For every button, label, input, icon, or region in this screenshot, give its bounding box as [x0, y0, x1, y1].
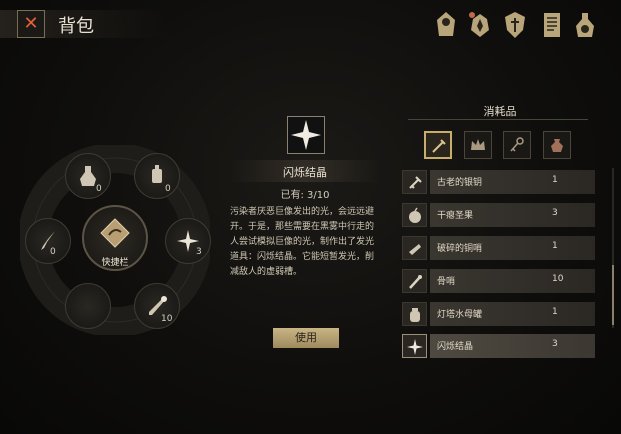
list-item-selected[interactable]: 闪烁结晶 3 — [402, 334, 595, 358]
item-qty: 1 — [552, 307, 558, 317]
pouch-tab-icon — [551, 139, 563, 152]
empty-slot[interactable] — [65, 283, 111, 329]
character-icon[interactable] — [433, 10, 459, 40]
list-item[interactable]: 骨哨 10 — [402, 269, 595, 293]
list-item[interactable]: 古老的银钥 1 — [402, 170, 595, 194]
list-item[interactable]: 灯塔水母罐 1 — [402, 302, 595, 326]
potion-slot[interactable]: 0 — [65, 153, 111, 199]
item-name: 闪烁结晶 — [283, 166, 327, 179]
list-item[interactable]: 破碎的铜哨 1 — [402, 236, 595, 260]
key-tab-icon — [510, 137, 524, 152]
item-name: 古老的银钥 — [437, 178, 483, 188]
category-divider — [408, 119, 588, 120]
slot-count: 3 — [196, 247, 202, 257]
category-title: 消耗品 — [483, 105, 517, 118]
close-button[interactable]: ✕ — [17, 10, 45, 38]
page-title: 背包 — [58, 16, 94, 37]
item-name: 闪烁结晶 — [437, 342, 474, 352]
quickbar-diamond-icon — [100, 218, 130, 248]
item-qty: 3 — [552, 208, 558, 218]
dagger-icon — [41, 231, 55, 250]
lamp-tab-icon — [432, 139, 446, 153]
item-name: 骨哨 — [437, 277, 456, 287]
item-qty: 10 — [552, 274, 564, 284]
item-description: 污染者厌恶巨像发出的光，会远远避开。于是，那些需要在黑雾中行走的人尝试模拟巨像的… — [230, 207, 375, 277]
item-name: 干瘪圣果 — [437, 211, 474, 221]
lantern-slot[interactable]: 0 — [134, 153, 180, 199]
owned-count: 已有: 3/10 — [280, 190, 330, 201]
quickbar-label: 快捷栏 — [101, 258, 129, 268]
broken-whistle-icon — [402, 236, 427, 260]
crown-tab[interactable] — [464, 131, 492, 159]
item-name: 破碎的铜哨 — [437, 244, 483, 254]
slot-count: 10 — [161, 314, 173, 324]
item-qty: 1 — [552, 175, 558, 185]
key-tab[interactable] — [503, 131, 531, 159]
crystal-slot[interactable]: 3 — [165, 218, 211, 264]
scrollbar-thumb[interactable] — [612, 265, 614, 325]
item-qty: 1 — [552, 241, 558, 251]
close-icon: ✕ — [23, 13, 39, 34]
jar-icon — [402, 302, 427, 326]
selected-item-icon — [287, 116, 325, 154]
slot-count: 0 — [165, 184, 171, 194]
quick-slot-wheel: 0 0 0 3 10 快捷栏 — [20, 145, 211, 335]
crystal-icon — [291, 120, 321, 150]
item-name: 灯塔水母罐 — [437, 310, 483, 320]
lamp-tab[interactable] — [424, 131, 452, 159]
skills-icon[interactable] — [467, 10, 493, 40]
fruit-icon — [402, 203, 427, 227]
journal-icon[interactable] — [539, 10, 565, 40]
item-qty: 3 — [552, 339, 558, 349]
list-item[interactable]: 干瘪圣果 3 — [402, 203, 595, 227]
slot-count: 0 — [50, 247, 56, 257]
key-icon — [402, 170, 427, 194]
crown-tab-icon — [471, 139, 485, 150]
use-button[interactable]: 使用 — [273, 328, 339, 348]
shield-crest-icon[interactable] — [502, 10, 528, 40]
crystal-icon — [402, 334, 427, 358]
pouch-tab[interactable] — [543, 131, 571, 159]
quickbar-center[interactable]: 快捷栏 — [82, 205, 148, 271]
dagger-slot[interactable]: 0 — [25, 218, 71, 264]
scepter-slot[interactable]: 10 — [134, 283, 180, 329]
slot-count: 0 — [96, 184, 102, 194]
potion-bag-icon[interactable] — [572, 10, 598, 40]
bone-whistle-icon — [402, 269, 427, 293]
